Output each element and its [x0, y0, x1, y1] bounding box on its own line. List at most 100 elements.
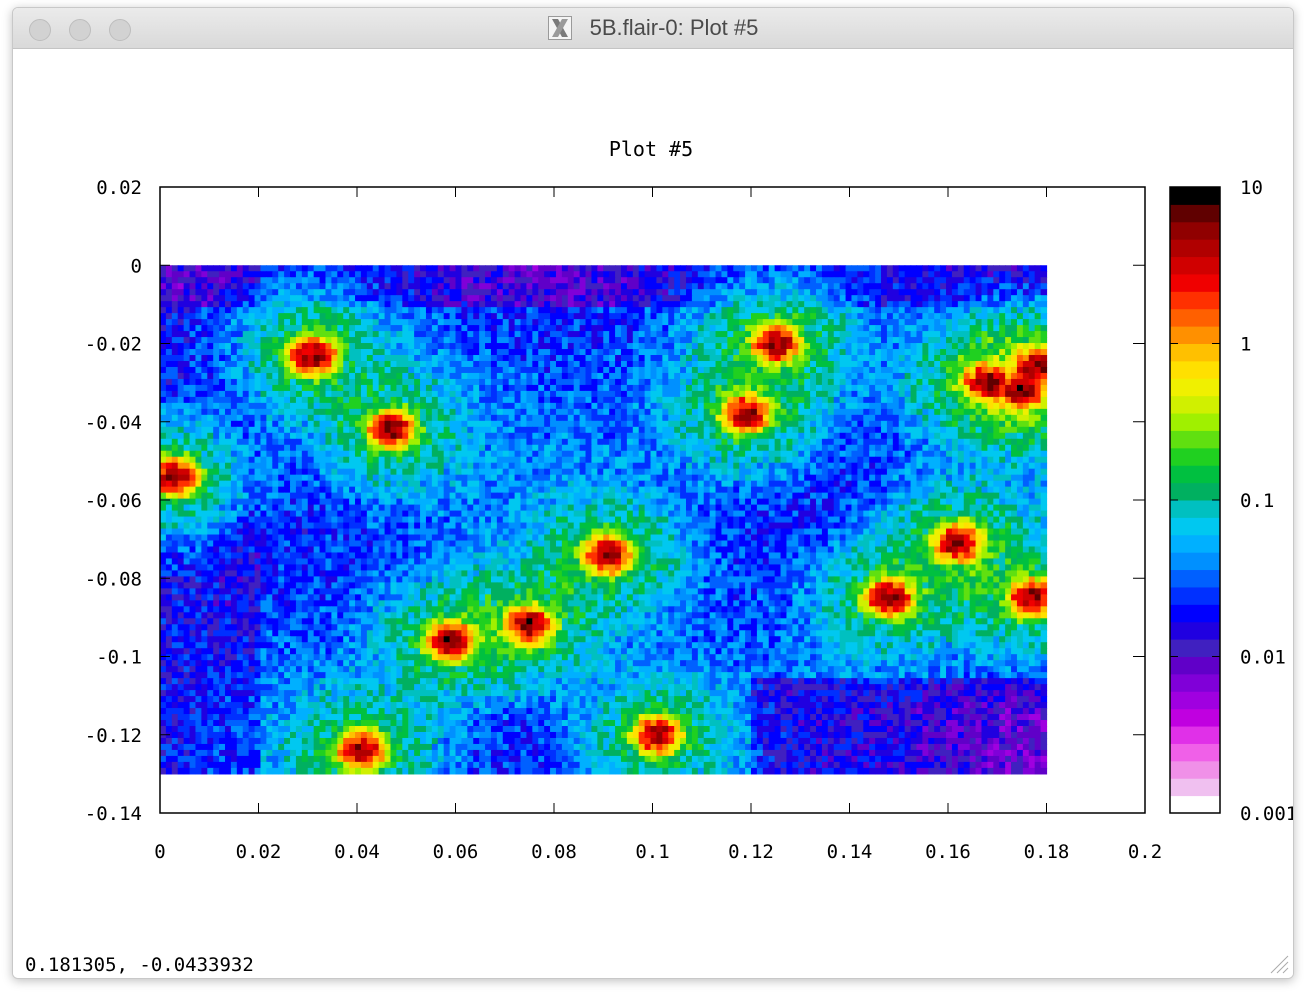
heatmap-cell — [863, 408, 870, 416]
heatmap-cell — [236, 396, 244, 404]
heatmap-cell — [337, 277, 344, 284]
heatmap-cell — [425, 402, 433, 410]
heatmap-cell — [360, 295, 368, 302]
heatmap-cell — [313, 271, 321, 278]
heatmap-cell — [254, 271, 262, 278]
heatmap-cell — [485, 343, 492, 350]
heatmap-cell — [307, 343, 315, 350]
heatmap-cell — [1028, 301, 1036, 308]
heatmap-cell — [425, 444, 433, 452]
heatmap-cell — [485, 355, 492, 362]
heatmap-cell — [827, 444, 835, 452]
heatmap-cell — [1016, 432, 1024, 440]
heatmap-cell — [1022, 355, 1030, 362]
heatmap-cell — [213, 426, 220, 434]
heatmap-cell — [898, 313, 906, 320]
heatmap-cell — [225, 438, 232, 446]
heatmap-cell — [715, 396, 723, 404]
heatmap-cell — [532, 360, 539, 368]
heatmap-cell — [626, 402, 634, 410]
heatmap-cell — [414, 349, 421, 356]
heatmap-cell — [940, 408, 947, 416]
heatmap-cell — [904, 319, 912, 326]
heatmap-cell — [266, 384, 273, 392]
heatmap-cell — [384, 343, 392, 350]
heatmap-cell — [230, 450, 238, 458]
heatmap-cell — [869, 277, 876, 284]
heatmap-cell — [579, 307, 587, 314]
heatmap-cell — [999, 402, 1006, 410]
heatmap-cell — [620, 307, 628, 314]
heatmap-cell — [177, 271, 185, 278]
heatmap-cell — [331, 331, 338, 338]
heatmap-cell — [384, 420, 392, 428]
heatmap-cell — [751, 277, 758, 284]
heatmap-cell — [360, 420, 368, 428]
heatmap-cell — [502, 390, 510, 398]
heatmap-cell — [751, 295, 758, 302]
heatmap-cell — [709, 295, 717, 302]
heatmap-cell — [555, 384, 563, 392]
heatmap-cell — [254, 343, 262, 350]
heatmap-cell — [284, 402, 291, 410]
heatmap-cell — [1034, 390, 1042, 398]
heatmap-cell — [762, 295, 770, 302]
heatmap-cell — [201, 289, 208, 296]
heatmap-cell — [922, 277, 929, 284]
heatmap-cell — [449, 307, 457, 314]
heatmap-cell — [431, 426, 439, 434]
heatmap-cell — [798, 366, 805, 374]
heatmap-cell — [585, 277, 593, 284]
heatmap-chart[interactable]: Plot #5 0 0.02 0.04 0.06 0.08 0.1 0.12 0.14 0.16… — [13, 49, 1293, 978]
heatmap-cell — [851, 337, 858, 344]
heatmap-cell — [461, 289, 468, 296]
heatmap-cell — [230, 372, 238, 380]
heatmap-cell — [408, 325, 415, 332]
heatmap-cell — [467, 271, 474, 278]
heatmap-cell — [591, 378, 598, 386]
heatmap-cell — [242, 462, 250, 470]
heatmap-cell — [514, 456, 522, 464]
heatmap-cell — [473, 331, 480, 338]
heatmap-cell — [550, 438, 557, 446]
heatmap-cell — [254, 402, 262, 410]
heatmap-cell — [1034, 265, 1042, 272]
heatmap-cell — [290, 378, 297, 386]
heatmap-cell — [739, 325, 746, 332]
heatmap-cell — [727, 325, 734, 332]
heatmap-cell — [762, 360, 770, 368]
heatmap-cell — [662, 289, 669, 296]
heatmap-cell — [946, 414, 953, 422]
heatmap-cell — [360, 462, 368, 470]
heatmap-cell — [680, 349, 687, 356]
heatmap-cell — [1022, 307, 1030, 314]
heatmap-cell — [951, 331, 959, 338]
title-bar[interactable]: 5B.flair-0: Plot #5 — [13, 8, 1293, 49]
heatmap-cell — [485, 366, 492, 374]
heatmap-cell — [869, 319, 876, 326]
heatmap-cell — [875, 384, 882, 392]
heatmap-cell — [337, 319, 344, 326]
heatmap-cell — [195, 444, 202, 452]
heatmap-cell — [721, 384, 728, 392]
heatmap-cell — [851, 319, 858, 326]
heatmap-cell — [337, 307, 344, 314]
heatmap-cell — [408, 349, 415, 356]
heatmap-cell — [934, 396, 941, 404]
heatmap-cell — [981, 378, 988, 386]
heatmap-cell — [272, 414, 279, 422]
plot-canvas[interactable]: Plot #5 0 0.02 0.04 0.06 0.08 0.1 0.12 0.14 0.16… — [13, 49, 1293, 978]
heatmap-cell — [325, 265, 332, 272]
heatmap-cell — [668, 402, 675, 410]
heatmap-cell — [644, 372, 652, 380]
heatmap-cell — [242, 438, 250, 446]
heatmap-cell — [290, 349, 297, 356]
heatmap-cell — [940, 355, 947, 362]
heatmap-cell — [579, 295, 587, 302]
heatmap-cell — [290, 366, 297, 374]
heatmap-cell — [709, 402, 717, 410]
heatmap-cell — [963, 289, 971, 296]
heatmap-cell — [975, 295, 983, 302]
heatmap-cell — [567, 420, 575, 428]
heatmap-cell — [993, 355, 1000, 362]
